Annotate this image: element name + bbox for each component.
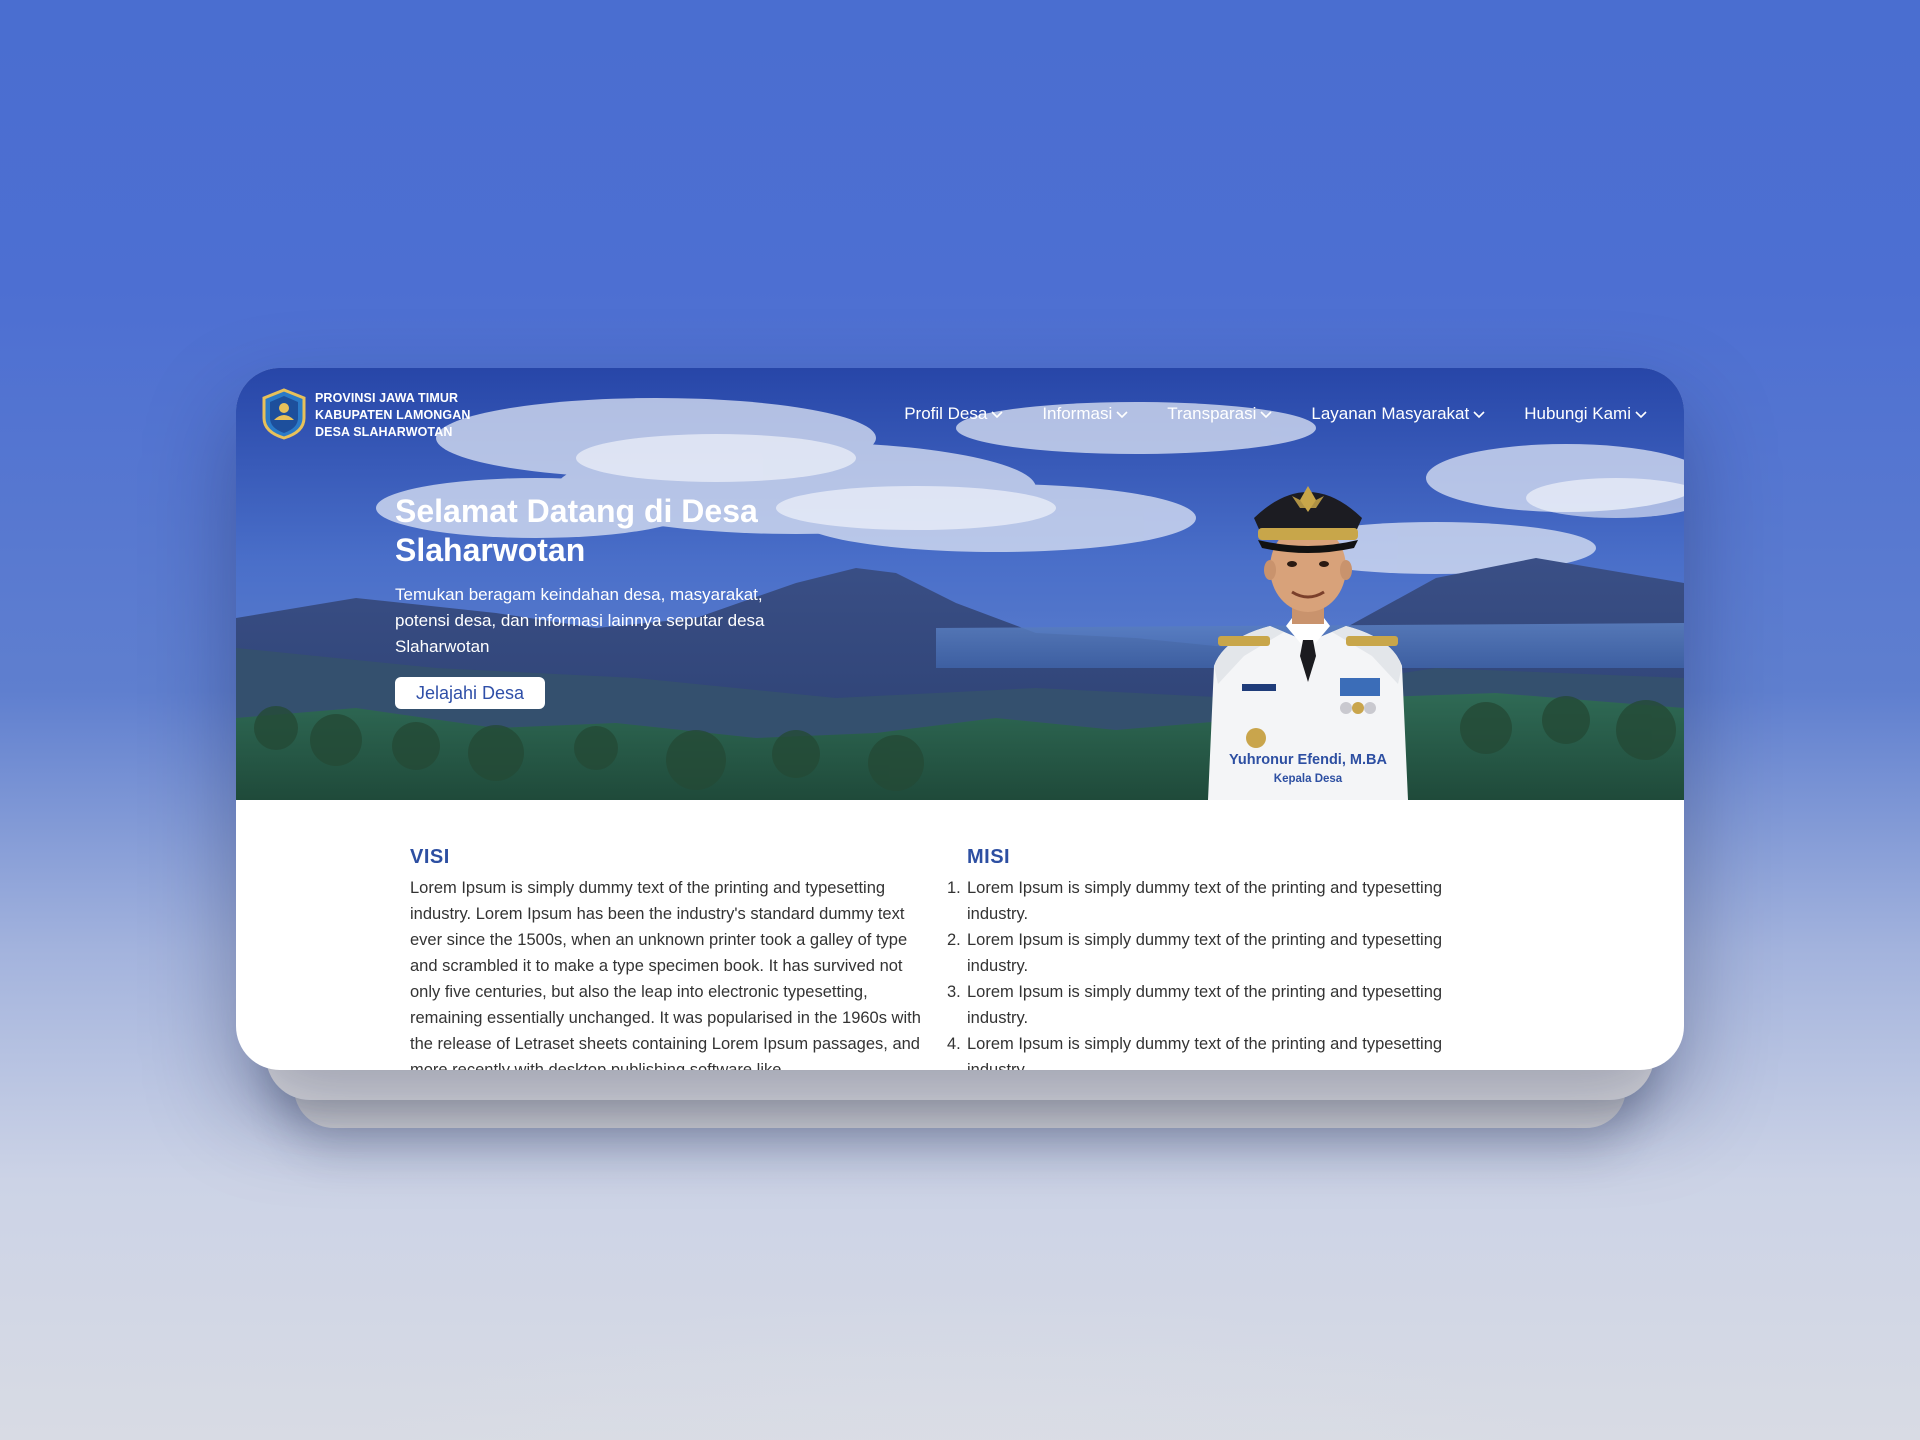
hero-title: Selamat Datang di Desa Slaharwotan [395, 493, 758, 568]
hero-subtitle: Temukan beragam keindahan desa, masyarak… [395, 585, 765, 656]
misi-heading: MISI [967, 846, 1011, 868]
list-item-text: Lorem Ipsum is simply dummy text of the … [967, 983, 1443, 1027]
nav-item-informasi[interactable]: Informasi [1042, 404, 1129, 424]
main-navigation: Profil Desa Informasi Transparasi Layana… [866, 404, 1648, 424]
chevron-down-icon [991, 411, 1003, 419]
village-head-name: Yuhronur Efendi, M.BA [1229, 752, 1387, 768]
visi-column: VISI Lorem Ipsum is simply dummy text of… [410, 846, 935, 1070]
explore-village-button[interactable]: Jelajahi Desa [395, 677, 545, 709]
brand-line-regency: KABUPATEN LAMONGAN [315, 408, 471, 422]
list-item-text: Lorem Ipsum is simply dummy text of the … [967, 879, 1443, 923]
nav-label: Informasi [1042, 404, 1113, 423]
nav-item-hubungi-kami[interactable]: Hubungi Kami [1524, 404, 1648, 424]
vision-mission-section: VISI Lorem Ipsum is simply dummy text of… [236, 800, 1684, 1070]
village-head-portrait [1208, 486, 1408, 800]
chevron-down-icon [1635, 411, 1647, 419]
nav-label: Profil Desa [904, 404, 988, 423]
list-item-text: Lorem Ipsum is simply dummy text of the … [967, 931, 1443, 975]
visi-heading: VISI [410, 846, 450, 868]
list-item-number: 3. [947, 983, 961, 1001]
visi-text: Lorem Ipsum is simply dummy text of the … [410, 879, 921, 1070]
list-item: 1. Lorem Ipsum is simply dummy text of th… [947, 875, 1507, 927]
nav-label: Hubungi Kami [1524, 404, 1631, 423]
website-preview-window: PROVINSI JAWA TIMUR KABUPATEN LAMONGAN D… [236, 368, 1684, 1070]
brand-text: PROVINSI JAWA TIMUR KABUPATEN LAMONGAN D… [315, 390, 471, 441]
village-head-role: Kepala Desa [1273, 773, 1343, 785]
list-item-number: 2. [947, 931, 961, 949]
list-item: 2. Lorem Ipsum is simply dummy text of th… [947, 927, 1507, 979]
brand-line-province: PROVINSI JAWA TIMUR [315, 391, 459, 405]
brand-line-village: DESA SLAHARWOTAN [315, 425, 453, 439]
chevron-down-icon [1473, 411, 1485, 419]
nav-label: Layanan Masyarakat [1311, 404, 1470, 423]
chevron-down-icon [1116, 411, 1128, 419]
nav-label: Transparasi [1167, 404, 1257, 423]
village-emblem-icon [262, 388, 306, 440]
misi-list: 1. Lorem Ipsum is simply dummy text of th… [947, 875, 1507, 1070]
hero-section: PROVINSI JAWA TIMUR KABUPATEN LAMONGAN D… [236, 368, 1684, 800]
list-item-number: 1. [947, 879, 961, 897]
list-item: 3. Lorem Ipsum is simply dummy text of th… [947, 979, 1507, 1031]
nav-item-layanan-masyarakat[interactable]: Layanan Masyarakat [1311, 404, 1486, 424]
nav-item-profil-desa[interactable]: Profil Desa [904, 404, 1004, 424]
list-item-text: Lorem Ipsum is simply dummy text of the … [967, 1035, 1443, 1070]
list-item: 4. Lorem Ipsum is simply dummy text of th… [947, 1031, 1507, 1070]
misi-column: MISI 1. Lorem Ipsum is simply dummy text … [947, 846, 1507, 1070]
chevron-down-icon [1260, 411, 1272, 419]
nav-item-transparasi[interactable]: Transparasi [1167, 404, 1273, 424]
list-item-number: 4. [947, 1035, 961, 1053]
